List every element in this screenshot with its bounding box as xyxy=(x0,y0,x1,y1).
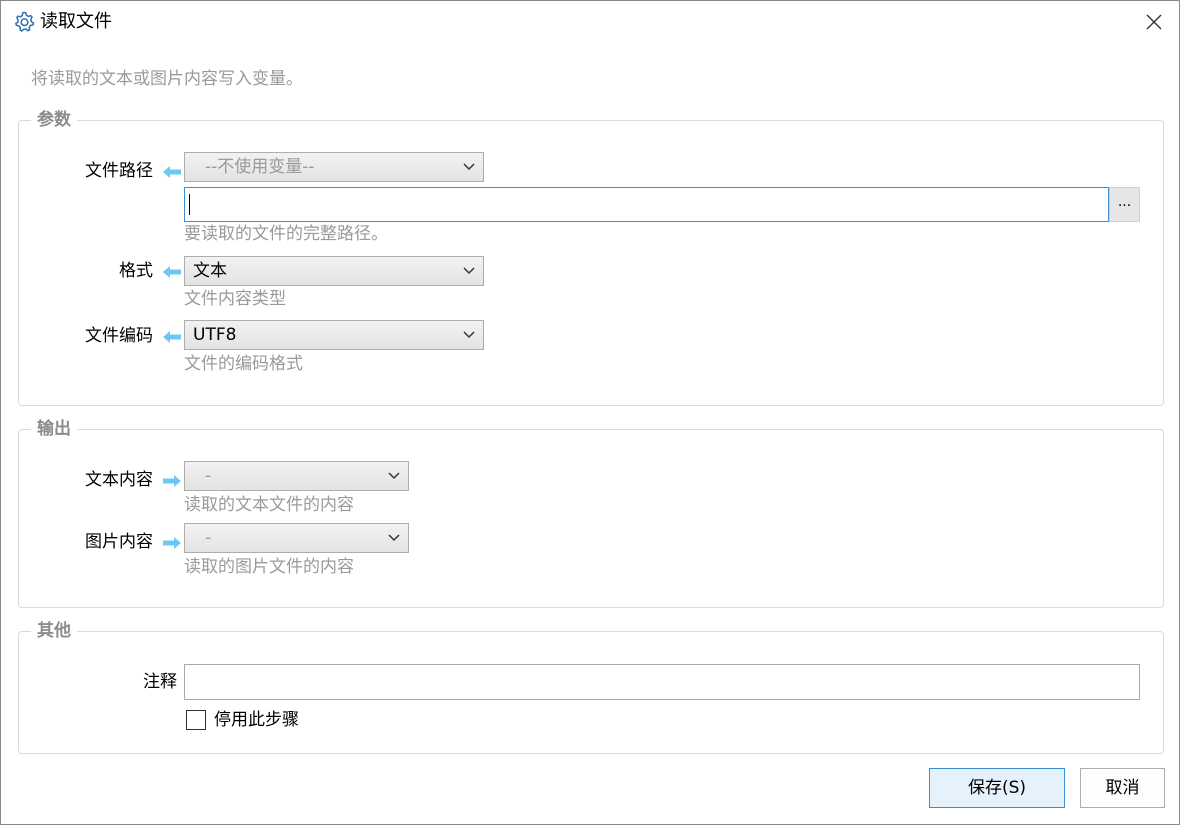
file-path-variable-select[interactable]: --不使用变量-- xyxy=(184,152,484,182)
image-content-label: 图片内容 xyxy=(85,532,153,552)
format-select[interactable]: 文本 xyxy=(184,256,484,286)
format-value: 文本 xyxy=(193,261,227,281)
disable-step-label[interactable]: 停用此步骤 xyxy=(214,708,299,732)
input-arrow-icon xyxy=(163,166,181,178)
chevron-down-icon xyxy=(463,331,475,339)
text-content-label: 文本内容 xyxy=(85,470,153,490)
file-path-input[interactable] xyxy=(184,187,1109,222)
file-path-variable-value: --不使用变量-- xyxy=(205,157,315,177)
output-arrow-icon xyxy=(163,475,181,487)
encoding-hint: 文件的编码格式 xyxy=(184,354,303,374)
image-content-select[interactable]: - xyxy=(184,523,409,553)
format-hint: 文件内容类型 xyxy=(184,289,286,309)
output-arrow-icon xyxy=(163,537,181,549)
output-group: 输出 xyxy=(18,418,1164,608)
output-legend: 输出 xyxy=(31,418,77,440)
input-arrow-icon xyxy=(163,266,181,278)
image-content-hint: 读取的图片文件的内容 xyxy=(184,557,354,577)
text-content-select[interactable]: - xyxy=(184,461,409,491)
file-path-label: 文件路径 xyxy=(85,161,153,181)
encoding-select[interactable]: UTF8 xyxy=(184,320,484,350)
params-legend: 参数 xyxy=(31,109,77,131)
gear-icon xyxy=(15,11,35,32)
text-content-hint: 读取的文本文件的内容 xyxy=(184,495,354,515)
encoding-label: 文件编码 xyxy=(85,326,153,346)
cancel-button[interactable]: 取消 xyxy=(1080,768,1165,808)
file-path-hint: 要读取的文件的完整路径。 xyxy=(184,224,388,244)
close-icon[interactable] xyxy=(1140,8,1168,36)
input-arrow-icon xyxy=(163,331,181,343)
format-label: 格式 xyxy=(119,261,153,281)
disable-step-checkbox[interactable] xyxy=(186,710,206,730)
browse-button[interactable]: ... xyxy=(1109,187,1140,222)
encoding-value: UTF8 xyxy=(193,325,237,345)
text-content-value: - xyxy=(205,466,212,486)
dialog-description: 将读取的文本或图片内容写入变量。 xyxy=(31,69,303,89)
comment-label: 注释 xyxy=(143,672,177,692)
text-cursor xyxy=(189,194,190,215)
other-legend: 其他 xyxy=(31,620,77,642)
chevron-down-icon xyxy=(463,267,475,275)
image-content-value: - xyxy=(205,528,212,548)
comment-input[interactable] xyxy=(184,664,1140,700)
chevron-down-icon xyxy=(388,534,400,542)
chevron-down-icon xyxy=(388,472,400,480)
chevron-down-icon xyxy=(463,163,475,171)
save-button[interactable]: 保存(S) xyxy=(929,768,1065,808)
window-title: 读取文件 xyxy=(40,11,112,32)
